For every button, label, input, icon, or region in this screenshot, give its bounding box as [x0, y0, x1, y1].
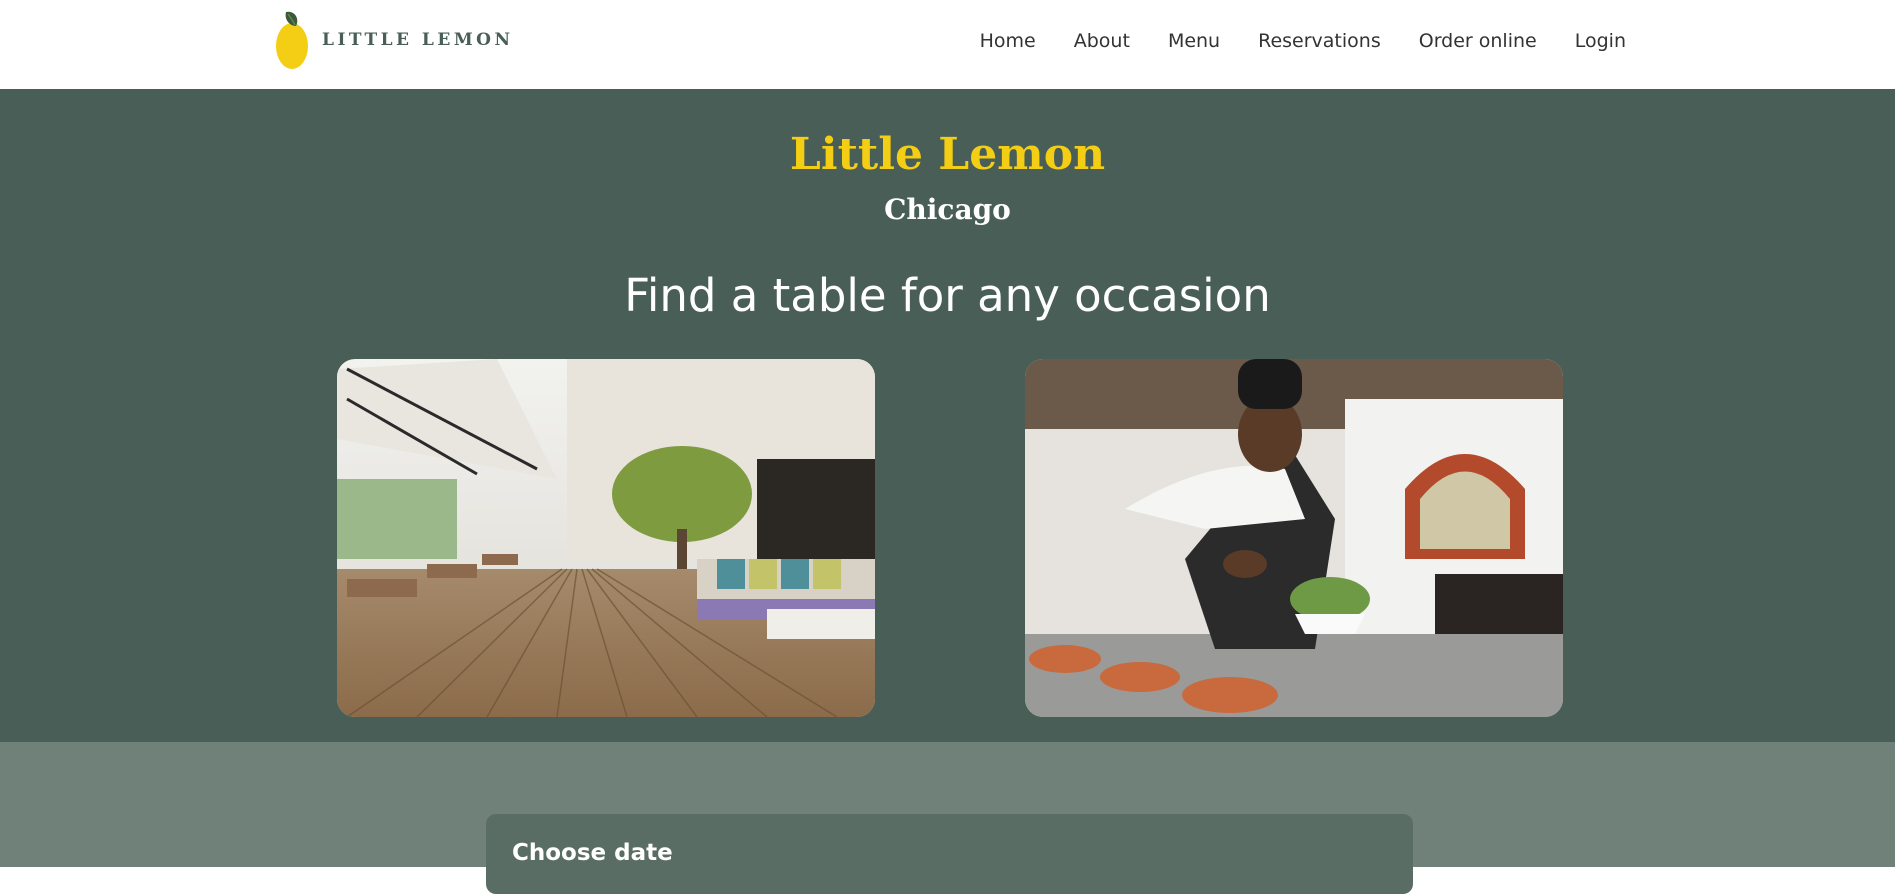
hero-tagline: Find a table for any occasion — [624, 269, 1271, 322]
lemon-icon — [276, 11, 308, 69]
brand-name: LITTLE LEMON — [322, 30, 514, 50]
date-label: Choose date — [512, 840, 673, 866]
reservation-form: Choose date — [486, 814, 1413, 894]
nav-login[interactable]: Login — [1575, 30, 1626, 52]
hero-subtitle: Chicago — [884, 193, 1011, 226]
reservation-form-section: Choose date — [0, 742, 1895, 894]
logo[interactable]: LITTLE LEMON — [272, 8, 514, 72]
chef-plating-image — [1025, 359, 1563, 717]
nav-order-online[interactable]: Order online — [1419, 30, 1537, 52]
site-header: LITTLE LEMON Home About Menu Reservation… — [0, 0, 1895, 89]
main-nav: Home About Menu Reservations Order onlin… — [980, 30, 1626, 52]
nav-menu[interactable]: Menu — [1168, 30, 1220, 52]
nav-about[interactable]: About — [1074, 30, 1130, 52]
hero-title: Little Lemon — [789, 129, 1106, 180]
nav-reservations[interactable]: Reservations — [1258, 30, 1381, 52]
nav-home[interactable]: Home — [980, 30, 1036, 52]
restaurant-terrace-image — [337, 359, 875, 717]
hero-section: Little Lemon Chicago Find a table for an… — [0, 89, 1895, 742]
